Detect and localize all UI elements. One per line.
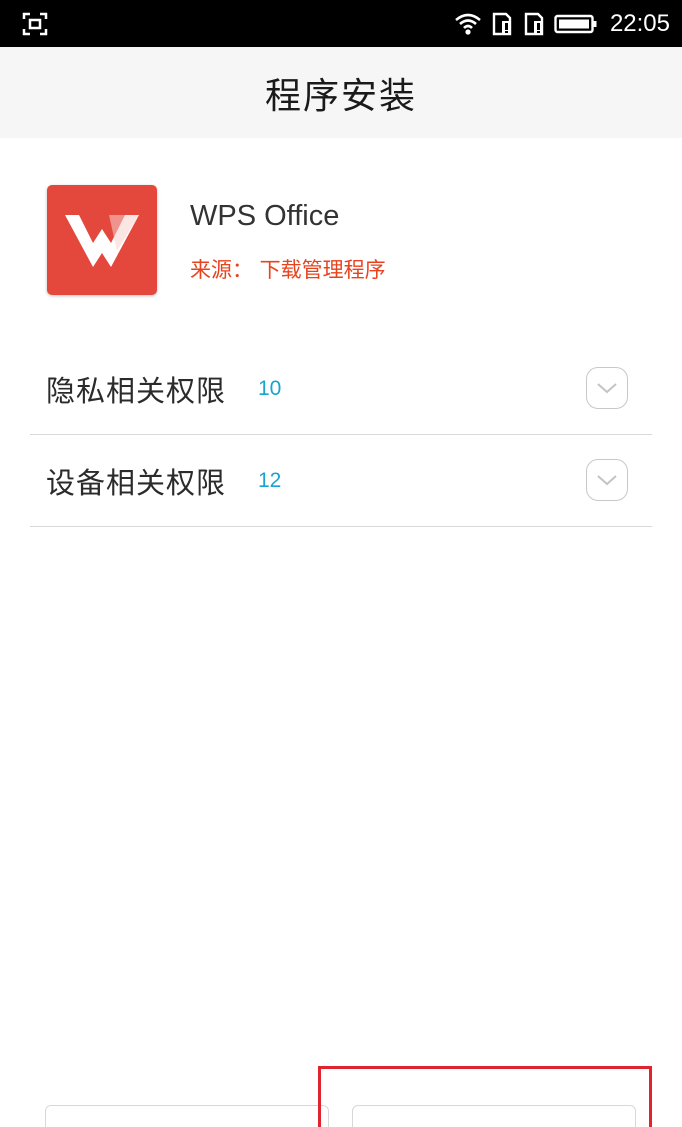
permission-count: 10 bbox=[258, 377, 282, 400]
cancel-button[interactable] bbox=[45, 1105, 329, 1127]
chevron-down-icon[interactable] bbox=[586, 459, 628, 501]
screen: 22:05 程序安装 WPS Office 来源： 下载管理程序 隐私相关权限 … bbox=[0, 0, 682, 1127]
wps-office-icon bbox=[47, 185, 157, 295]
app-name: WPS Office bbox=[190, 200, 340, 232]
permission-row-privacy[interactable]: 隐私相关权限 10 bbox=[30, 344, 652, 435]
wifi-icon bbox=[455, 13, 481, 35]
chevron-down-icon[interactable] bbox=[586, 367, 628, 409]
app-source: 来源： 下载管理程序 bbox=[190, 258, 386, 282]
screenshot-icon bbox=[22, 12, 48, 36]
battery-icon bbox=[554, 14, 597, 33]
status-bar: 22:05 bbox=[0, 0, 682, 47]
install-button[interactable] bbox=[352, 1105, 636, 1127]
permission-label: 设备相关权限 bbox=[46, 466, 227, 500]
status-icons: 22:05 bbox=[454, 0, 670, 47]
permission-row-device[interactable]: 设备相关权限 12 bbox=[30, 436, 652, 527]
sim2-icon bbox=[524, 12, 544, 35]
permission-count: 12 bbox=[258, 469, 282, 492]
sim1-icon bbox=[492, 12, 512, 35]
permission-label: 隐私相关权限 bbox=[46, 374, 227, 408]
wps-logo-icon bbox=[65, 215, 139, 267]
title-bar: 程序安装 bbox=[0, 47, 682, 138]
status-time: 22:05 bbox=[609, 9, 670, 37]
page-title: 程序安装 bbox=[264, 75, 417, 117]
